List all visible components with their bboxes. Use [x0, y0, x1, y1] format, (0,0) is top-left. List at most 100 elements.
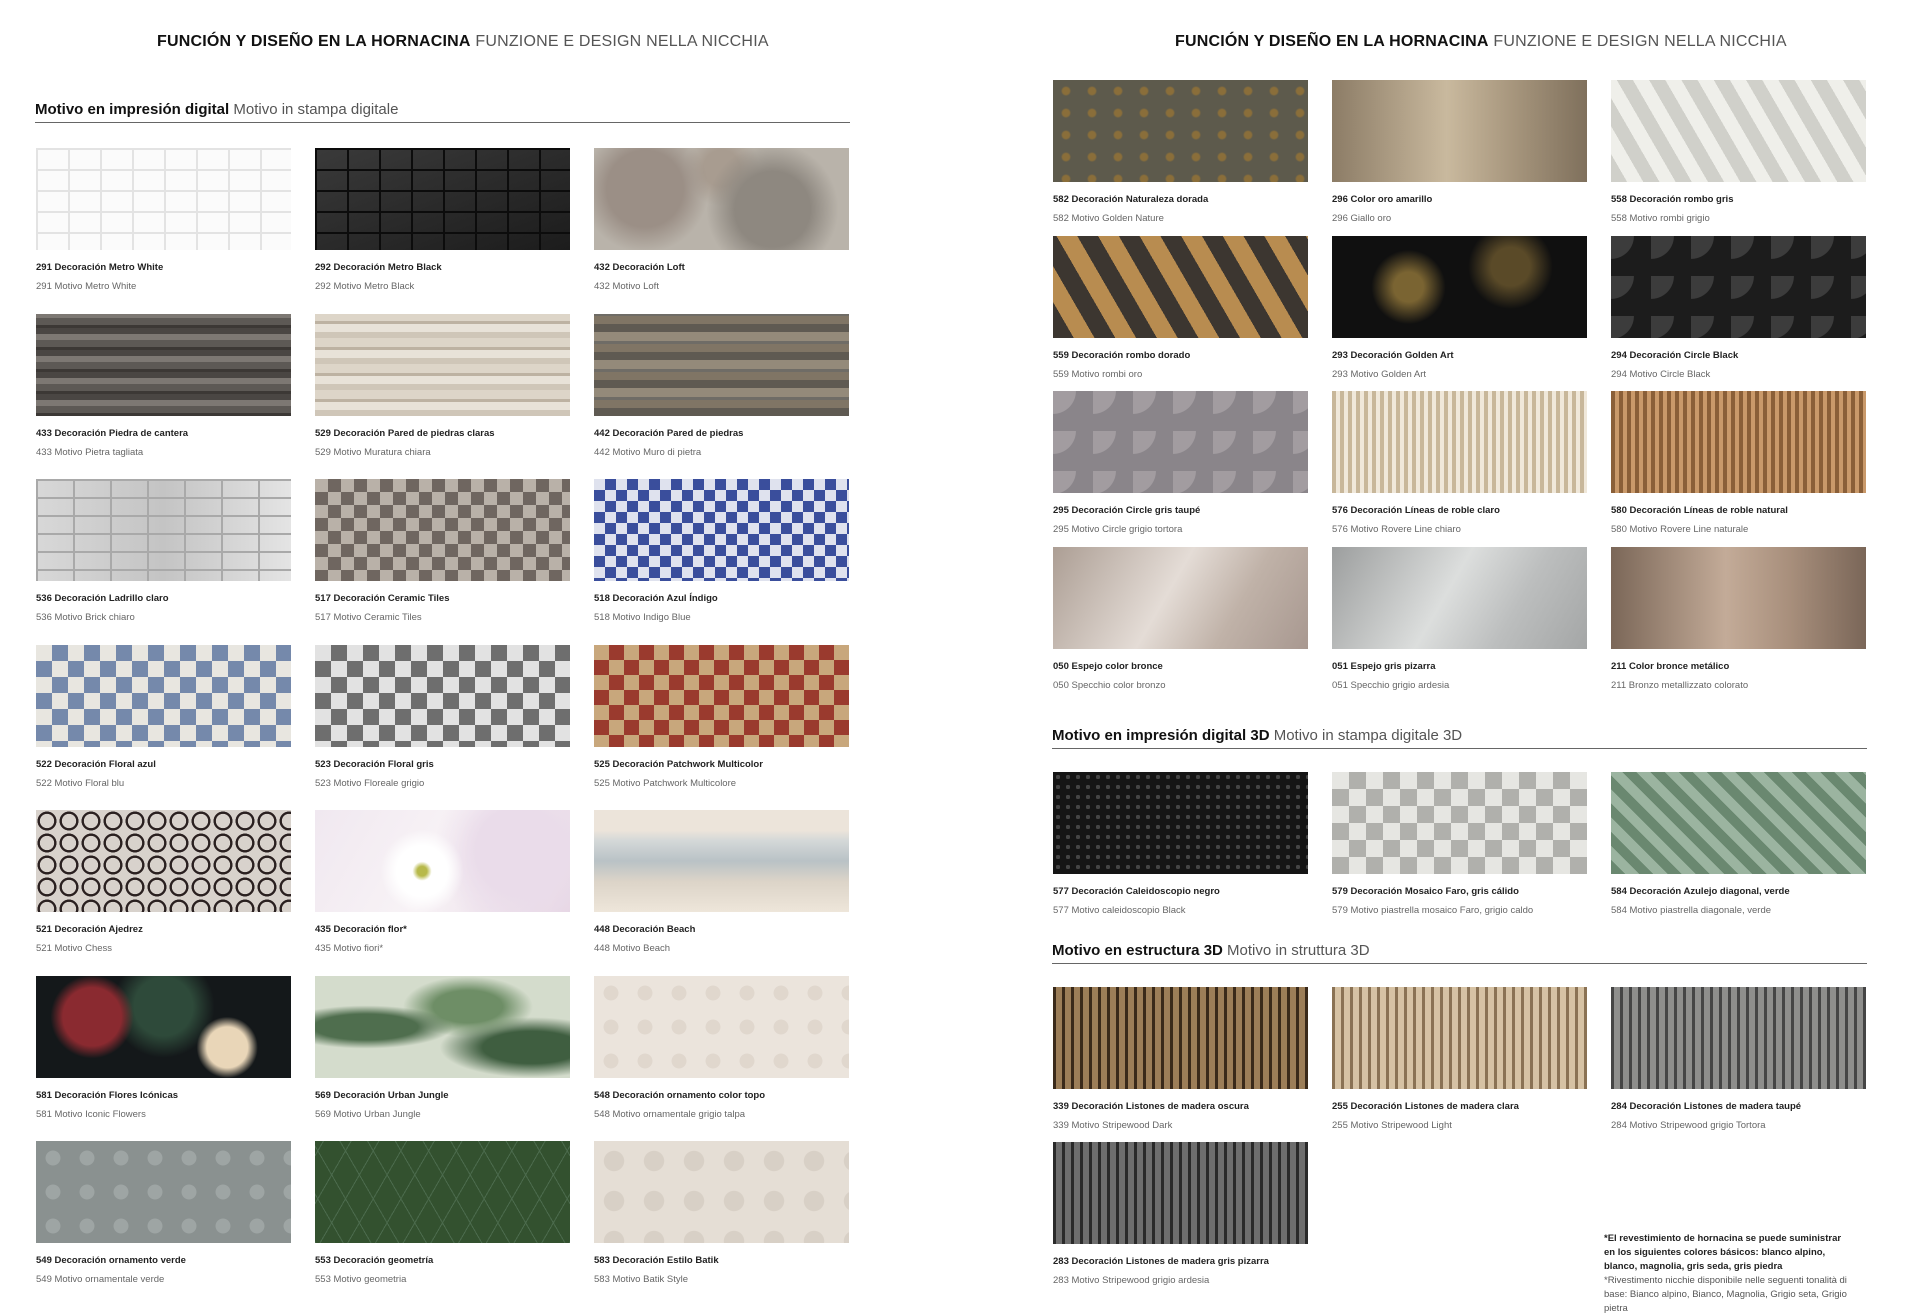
decor-tile: 051 Espejo gris pizarra 051 Specchio grig… [1332, 546, 1587, 691]
decor-name-it: 294 Motivo Circle Black [1611, 368, 1711, 380]
decor-swatch-kaleido [1053, 772, 1308, 874]
decor-name-es: 433 Decoración Piedra de cantera [36, 427, 189, 439]
decor-name-es: 553 Decoración geometría [315, 1255, 434, 1266]
decor-name-es: 517 Decoración Ceramic Tiles [315, 593, 450, 604]
decor-name-es: 549 Decoración ornamento verde [36, 1255, 186, 1266]
decor-tile: 559 Decoración rombo dorado 559 Motivo ro… [1053, 235, 1308, 380]
decor-name-es: 523 Decoración Floral gris [315, 758, 434, 770]
decor-swatch-floral-blue [36, 644, 291, 747]
decor-name-es: 529 Decoración Pared de piedras claras [315, 427, 495, 439]
decor-name-it: 569 Motivo Urban Jungle [315, 1108, 421, 1120]
decor-name-it: 296 Giallo oro [1332, 213, 1392, 224]
decor-tile: 549 Decoración ornamento verde 549 Motivo… [36, 1141, 291, 1285]
decor-swatch-metro-white [36, 148, 291, 250]
decor-swatch-stone-light [315, 313, 570, 416]
decor-name-it: 576 Motivo Rovere Line chiaro [1332, 524, 1461, 535]
decor-name-it: 283 Motivo Stripewood grigio ardesia [1053, 1275, 1210, 1286]
decor-name-it: 559 Motivo rombi oro [1053, 368, 1143, 380]
decor-swatch-circle-black [1611, 235, 1866, 338]
decor-swatch-metro-black [315, 148, 570, 250]
right-title-it: FUNZIONE E DESIGN NELLA NICCHIA [1493, 33, 1787, 50]
decor-name-es: 284 Decoración Listones de madera taupé [1611, 1101, 1802, 1112]
decor-name-es: 569 Decoración Urban Jungle [315, 1089, 449, 1101]
decor-swatch-rhombus-gold [1053, 235, 1308, 338]
decor-tile: 292 Decoración Metro Black 292 Motivo Met… [315, 148, 570, 292]
decor-swatch-golden-nature [1053, 80, 1308, 182]
decor-name-it: 517 Motivo Ceramic Tiles [315, 612, 422, 623]
decor-name-es: 339 Decoración Listones de madera oscura [1053, 1101, 1249, 1112]
decor-swatch-rhombus-grey [1611, 80, 1866, 182]
decor-tile: 577 Decoración Caleidoscopio negro 577 Mo… [1053, 772, 1308, 916]
section-3d-print-es: Motivo en impresión digital 3D [1052, 727, 1270, 744]
decor-swatch-ornament-green [36, 1141, 291, 1243]
decor-swatch-oak-light [1332, 391, 1587, 493]
decor-tile: 525 Decoración Patchwork Multicolor 525 M… [594, 644, 849, 789]
decor-tile: 529 Decoración Pared de piedras claras 52… [315, 313, 570, 458]
decor-swatch-mosaic-faro [1332, 772, 1587, 874]
decor-name-it: 584 Motivo piastrella diagonale, verde [1611, 905, 1772, 916]
decor-name-it: 558 Motivo rombi grigio [1611, 213, 1710, 224]
decor-name-es: 050 Espejo color bronce [1053, 660, 1163, 672]
decor-name-it: 582 Motivo Golden Nature [1053, 213, 1164, 224]
decor-name-es: 583 Decoración Estilo Batik [594, 1255, 719, 1266]
decor-name-it: 583 Motivo Batik Style [594, 1274, 688, 1285]
decor-swatch-bronze-metal [1611, 546, 1866, 649]
decor-name-it: 448 Motivo Beach [594, 943, 671, 954]
decor-name-es: 296 Color oro amarillo [1332, 194, 1433, 205]
decor-swatch-brick-light [36, 479, 291, 581]
decor-swatch-indigo [594, 479, 849, 581]
decor-tile: 523 Decoración Floral gris 523 Motivo Flo… [315, 644, 570, 789]
left-title-it: FUNZIONE E DESIGN NELLA NICCHIA [475, 33, 769, 50]
decor-name-it: 529 Motivo Muratura chiara [315, 446, 431, 458]
decor-name-es: 432 Decoración Loft [594, 262, 685, 273]
decor-tile: 579 Decoración Mosaico Faro, gris cálido… [1332, 772, 1587, 916]
decor-swatch-iconic-flowers [36, 975, 291, 1078]
decor-name-es: 291 Decoración Metro White [36, 262, 164, 273]
decor-name-it: 548 Motivo ornamentale grigio talpa [594, 1108, 746, 1120]
decor-name-es: 211 Color bronce metálico [1611, 660, 1730, 672]
section-3d-print-it: Motivo in stampa digitale 3D [1273, 727, 1463, 744]
decor-swatch-stripe-taupe [1611, 987, 1866, 1089]
section-digital-print: Motivo en impresión digital Motivo in st… [35, 101, 850, 123]
decor-tile: 580 Decoración Líneas de roble natural 58… [1611, 391, 1866, 535]
decor-tile: 583 Decoración Estilo Batik 583 Motivo Ba… [594, 1141, 849, 1285]
decor-tile: 558 Decoración rombo gris 558 Motivo romb… [1611, 80, 1866, 224]
decor-name-es: 435 Decoración flor* [315, 924, 407, 935]
decor-name-es: 521 Decoración Ajedrez [36, 924, 143, 935]
decor-name-es: 518 Decoración Azul Índigo [594, 593, 718, 604]
decor-name-it: 051 Specchio grigio ardesia [1332, 679, 1450, 691]
decor-swatch-batik [594, 1141, 849, 1243]
decor-name-es: 582 Decoración Naturaleza dorada [1053, 194, 1209, 205]
decor-swatch-oak-natural [1611, 391, 1866, 493]
section-structure-3d: Motivo en estructura 3D Motivo in strutt… [1052, 942, 1867, 964]
decor-tile: 296 Color oro amarillo 296 Giallo oro [1332, 80, 1587, 224]
decor-name-it: 579 Motivo piastrella mosaico Faro, grig… [1332, 905, 1534, 916]
decor-name-es: 051 Espejo gris pizarra [1332, 660, 1436, 672]
decor-swatch-patchwork [594, 644, 849, 747]
decor-name-es: 294 Decoración Circle Black [1611, 349, 1739, 361]
decor-name-it: 523 Motivo Floreale grigio [315, 777, 425, 789]
decor-name-es: 442 Decoración Pared de piedras [594, 427, 744, 439]
decor-swatch-circle-taupe [1053, 391, 1308, 493]
decor-swatch-stripe-light [1332, 987, 1587, 1089]
decor-name-it: 521 Motivo Chess [36, 943, 113, 954]
decor-tile: 294 Decoración Circle Black 294 Motivo Ci… [1611, 235, 1866, 380]
decor-swatch-loft [594, 148, 849, 250]
decor-tile: 517 Decoración Ceramic Tiles 517 Motivo C… [315, 479, 570, 623]
decor-name-es: 579 Decoración Mosaico Faro, gris cálido [1332, 886, 1519, 897]
decor-swatch-jungle [315, 975, 570, 1078]
right-title-es: FUNCIÓN Y DISEÑO EN LA HORNACINA [1175, 33, 1489, 50]
decor-tile: 569 Decoración Urban Jungle 569 Motivo Ur… [315, 975, 570, 1120]
decor-name-it: 433 Motivo Pietra tagliata [36, 446, 144, 458]
section-title-it: Motivo in stampa digitale [233, 101, 399, 118]
decor-name-it: 293 Motivo Golden Art [1332, 368, 1426, 380]
decor-swatch-stone-dark [36, 313, 291, 416]
decor-name-es: 584 Decoración Azulejo diagonal, verde [1611, 886, 1790, 897]
decor-swatch-flower [315, 810, 570, 912]
decor-name-it: 295 Motivo Circle grigio tortora [1053, 524, 1183, 535]
decor-tile: 050 Espejo color bronce 050 Specchio colo… [1053, 546, 1308, 691]
decor-name-it: 518 Motivo Indigo Blue [594, 612, 691, 623]
decor-tile: 255 Decoración Listones de madera clara 2… [1332, 987, 1587, 1131]
decor-name-es: 525 Decoración Patchwork Multicolor [594, 758, 763, 770]
decor-name-it: 549 Motivo ornamentale verde [36, 1274, 165, 1285]
